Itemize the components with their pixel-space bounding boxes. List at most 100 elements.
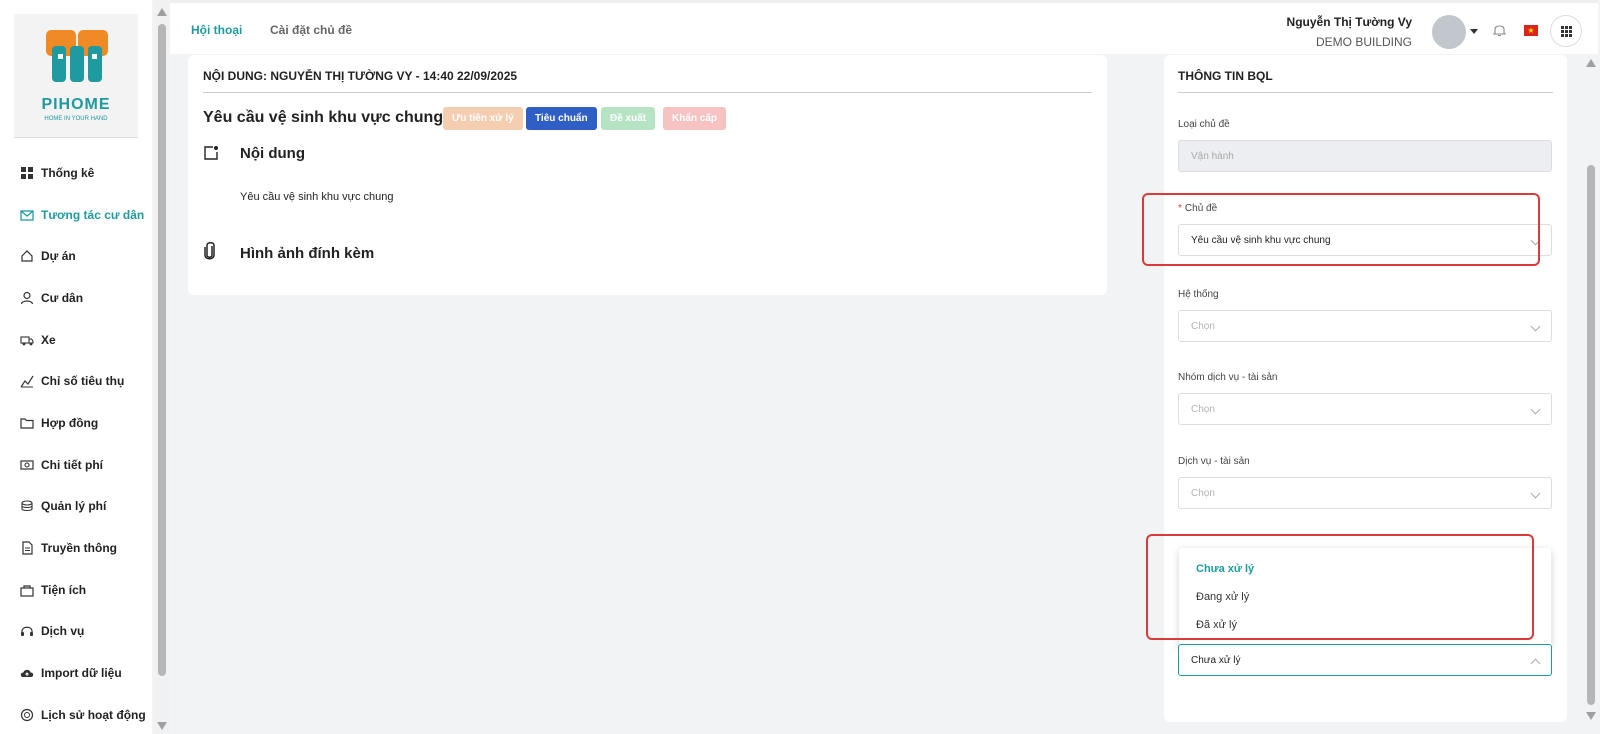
tag-tieu-chuan[interactable]: Tiêu chuẩn <box>526 107 597 130</box>
scrollbar-thumb[interactable] <box>1587 165 1595 705</box>
topic-type-label: Loại chủ đề <box>1178 119 1230 130</box>
scroll-down-arrow-icon[interactable] <box>157 722 167 730</box>
document-icon <box>19 541 34 556</box>
app-root: PIHOME HOME IN YOUR HAND Thống kê Tương … <box>0 0 1600 734</box>
tab-cai-dat-chu-de[interactable]: Cài đặt chủ đề <box>270 23 352 37</box>
chevron-down-icon[interactable] <box>1470 29 1478 34</box>
system-select[interactable]: Chọn <box>1178 310 1552 342</box>
chevron-up-icon <box>1530 658 1541 669</box>
brand-tagline: HOME IN YOUR HAND <box>44 116 108 122</box>
sidebar: PIHOME HOME IN YOUR HAND Thống kê Tương … <box>0 0 152 734</box>
highlight-box-status <box>1146 534 1534 640</box>
paperclip-icon <box>204 242 215 260</box>
sidebar-item-label: Quản lý phí <box>41 499 107 514</box>
truck-icon <box>19 332 34 347</box>
folder-icon <box>19 415 34 430</box>
chevron-down-icon <box>1530 321 1541 332</box>
service-group-placeholder: Chọn <box>1191 403 1215 415</box>
sidebar-item-hop-dong[interactable]: Hợp đồng <box>0 402 152 444</box>
sidebar-item-dich-vu[interactable]: Dịch vụ <box>0 611 152 653</box>
mail-icon <box>19 207 34 222</box>
highlight-box-topic <box>1142 193 1540 266</box>
status-select[interactable]: Chưa xử lý <box>1178 644 1552 676</box>
apps-grid-icon <box>1560 25 1572 37</box>
system-placeholder: Chọn <box>1191 320 1215 332</box>
content-text: Yêu cầu vệ sinh khu vực chung <box>240 191 394 203</box>
chevron-down-icon <box>1530 404 1541 415</box>
vietnam-flag-icon[interactable]: ★ <box>1524 25 1538 36</box>
sidebar-item-quan-ly-phi[interactable]: Quản lý phí <box>0 486 152 528</box>
sidebar-item-label: Xe <box>41 332 56 347</box>
edit-note-icon <box>204 146 218 160</box>
service-group-select[interactable]: Chọn <box>1178 393 1552 425</box>
top-header: Hội thoại Cài đặt chủ đề Nguyễn Thị Tườn… <box>170 0 1598 54</box>
sidebar-item-label: Hợp đồng <box>41 415 99 430</box>
user-name: Nguyễn Thị Tường Vy <box>1286 15 1412 29</box>
tag-khan-cap[interactable]: Khẩn cấp <box>663 107 727 130</box>
pihome-logo-icon <box>46 30 108 82</box>
attachments-heading: Hình ảnh đính kèm <box>240 245 375 262</box>
service-select[interactable]: Chọn <box>1178 477 1552 509</box>
coins-icon <box>19 499 34 514</box>
service-label: Dịch vụ - tài sản <box>1178 456 1250 467</box>
scroll-up-arrow-icon[interactable] <box>1586 59 1596 67</box>
cloud-upload-icon <box>19 666 34 681</box>
content-heading: Nội dung <box>240 145 305 162</box>
sidebar-item-tien-ich[interactable]: Tiện ích <box>0 569 152 611</box>
sidebar-item-label: Dịch vụ <box>41 624 85 639</box>
sidebar-item-import-du-lieu[interactable]: Import dữ liệu <box>0 652 152 694</box>
sidebar-item-tuong-tac-cu-dan[interactable]: Tương tác cư dân <box>0 194 152 236</box>
sidebar-item-label: Thống kê <box>41 165 95 180</box>
sidebar-item-label: Truyền thông <box>41 541 117 556</box>
sidebar-item-label: Dự án <box>41 249 76 264</box>
sidebar-item-label: Chỉ số tiêu thụ <box>41 374 125 389</box>
content-card: NỘI DUNG: NGUYỄN THỊ TƯỜNG VY - 14:40 22… <box>188 55 1107 295</box>
panel-title: THÔNG TIN BQL <box>1178 69 1273 83</box>
tag-de-xuat[interactable]: Đề xuất <box>601 107 656 130</box>
tag-uu-tien-xu-ly[interactable]: Ưu tiên xử lý <box>443 107 523 130</box>
sidebar-item-truyen-thong[interactable]: Truyền thông <box>0 527 152 569</box>
scrollbar-thumb[interactable] <box>158 24 166 676</box>
status-value: Chưa xử lý <box>1191 654 1241 666</box>
avatar[interactable] <box>1432 15 1466 49</box>
scroll-up-arrow-icon[interactable] <box>157 8 167 16</box>
sidebar-item-chi-tiet-phi[interactable]: Chi tiết phí <box>0 444 152 486</box>
service-placeholder: Chọn <box>1191 487 1215 499</box>
content-title: NỘI DUNG: NGUYỄN THỊ TƯỜNG VY - 14:40 22… <box>203 69 518 83</box>
sidebar-nav: Thống kê Tương tác cư dân Dự án Cư dân X… <box>0 152 152 734</box>
divider <box>203 92 1092 93</box>
bell-icon[interactable] <box>1493 23 1506 37</box>
user-icon <box>19 290 34 305</box>
sidebar-item-lich-su-hoat-dong[interactable]: Lịch sử hoạt động <box>0 694 152 734</box>
page-scrollbar[interactable] <box>1584 55 1598 722</box>
sidebar-item-label: Import dữ liệu <box>41 666 122 681</box>
chart-icon <box>19 374 34 389</box>
topic-type-field: Vận hành <box>1178 140 1552 172</box>
sidebar-item-label: Chi tiết phí <box>41 457 103 472</box>
history-icon <box>19 707 34 722</box>
sidebar-item-chi-so-tieu-thu[interactable]: Chỉ số tiêu thụ <box>0 360 152 402</box>
money-icon <box>19 457 34 472</box>
sidebar-item-label: Tương tác cư dân <box>41 207 145 222</box>
bag-icon <box>19 582 34 597</box>
request-title: Yêu cầu vệ sinh khu vực chung <box>203 109 444 126</box>
sidebar-item-du-an[interactable]: Dự án <box>0 235 152 277</box>
tab-hoi-thoai[interactable]: Hội thoại <box>191 23 242 37</box>
service-group-label: Nhóm dịch vụ - tài sản <box>1178 372 1278 383</box>
management-info-panel: THÔNG TIN BQL Loại chủ đề Vận hành * Chủ … <box>1142 55 1567 722</box>
sidebar-item-label: Cư dân <box>41 290 84 305</box>
building-name: DEMO BUILDING <box>1315 35 1412 49</box>
topic-type-value: Vận hành <box>1191 150 1234 162</box>
logo[interactable]: PIHOME HOME IN YOUR HAND <box>14 14 138 138</box>
sidebar-scrollbar[interactable] <box>155 0 169 734</box>
sidebar-item-label: Tiện ích <box>41 582 87 597</box>
apps-grid-button[interactable] <box>1550 15 1582 47</box>
brand-name: PIHOME <box>41 96 111 113</box>
divider <box>1178 92 1553 93</box>
system-label: Hệ thống <box>1178 289 1219 300</box>
sidebar-item-thong-ke[interactable]: Thống kê <box>0 152 152 194</box>
home-icon <box>19 249 34 264</box>
sidebar-item-cu-dan[interactable]: Cư dân <box>0 277 152 319</box>
sidebar-item-xe[interactable]: Xe <box>0 319 152 361</box>
scroll-down-arrow-icon[interactable] <box>1586 712 1596 720</box>
